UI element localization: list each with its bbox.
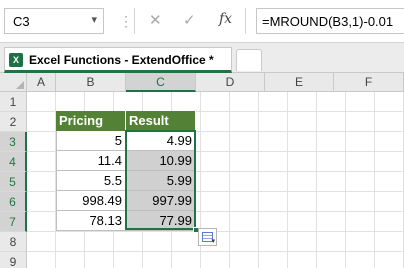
header-result[interactable]: Result xyxy=(126,111,196,131)
cell-c6[interactable]: 997.99 xyxy=(126,191,196,211)
name-box-value: C3 xyxy=(13,14,30,29)
cell-b3[interactable]: 5 xyxy=(56,131,126,151)
column-header-b[interactable]: B xyxy=(56,73,126,92)
cancel-icon[interactable]: ✕ xyxy=(149,11,162,29)
quick-analysis-button[interactable]: ▾ xyxy=(198,228,217,246)
header-pricing[interactable]: Pricing xyxy=(56,111,126,131)
cell-c4[interactable]: 10.99 xyxy=(126,151,196,171)
formula-text: =MROUND(B3,1)-0.01 xyxy=(262,14,394,29)
cell-c5[interactable]: 5.99 xyxy=(126,171,196,191)
splitter-handle[interactable]: ⋮ xyxy=(119,13,133,29)
insert-function-icon[interactable]: fx xyxy=(219,11,232,27)
chevron-down-icon[interactable]: ▾ xyxy=(91,13,97,26)
row-header-1[interactable]: 1 xyxy=(0,92,27,112)
row-header-3[interactable]: 3 xyxy=(0,132,27,152)
enter-icon[interactable]: ✓ xyxy=(183,11,196,29)
tab-document[interactable]: X Excel Functions - ExtendOffice * xyxy=(4,47,232,73)
formula-input[interactable]: =MROUND(B3,1)-0.01 xyxy=(256,8,404,34)
formula-bar: C3 ▾ ⋮ ✕ ✓ fx =MROUND(B3,1)-0.01 xyxy=(0,0,404,43)
column-header-a[interactable]: A xyxy=(27,73,56,92)
cell-b5[interactable]: 5.5 xyxy=(56,171,126,191)
select-all-button[interactable] xyxy=(0,73,27,92)
select-all-icon xyxy=(16,81,24,89)
document-title: Excel Functions - ExtendOffice * xyxy=(29,53,214,67)
excel-icon: X xyxy=(9,53,23,67)
chevron-down-icon: ▾ xyxy=(211,238,215,245)
cell-b4[interactable]: 11.4 xyxy=(56,151,126,171)
column-header-f[interactable]: F xyxy=(334,73,404,92)
worksheet-grid[interactable]: A B C D E F 1 2 3 4 5 6 7 8 9 Pricing Re… xyxy=(0,73,404,268)
row-header-2[interactable]: 2 xyxy=(0,112,27,132)
row-header-5[interactable]: 5 xyxy=(0,172,27,192)
column-header-c[interactable]: C xyxy=(126,73,196,92)
row-header-9[interactable]: 9 xyxy=(0,252,27,268)
cell-c7[interactable]: 77.99 xyxy=(126,211,196,231)
row-header-7[interactable]: 7 xyxy=(0,212,27,232)
cell-b7[interactable]: 78.13 xyxy=(56,211,126,231)
formula-buttons: ✕ ✓ fx xyxy=(134,8,246,34)
document-tab-strip: X Excel Functions - ExtendOffice * xyxy=(0,43,404,73)
new-tab-button[interactable] xyxy=(236,49,262,71)
cell-b6[interactable]: 998.49 xyxy=(56,191,126,211)
cell-c3[interactable]: 4.99 xyxy=(126,131,196,151)
row-header-8[interactable]: 8 xyxy=(0,232,27,252)
row-header-4[interactable]: 4 xyxy=(0,152,27,172)
column-header-e[interactable]: E xyxy=(265,73,334,92)
row-header-6[interactable]: 6 xyxy=(0,192,27,212)
name-box[interactable]: C3 ▾ xyxy=(4,8,104,34)
column-header-d[interactable]: D xyxy=(196,73,265,92)
